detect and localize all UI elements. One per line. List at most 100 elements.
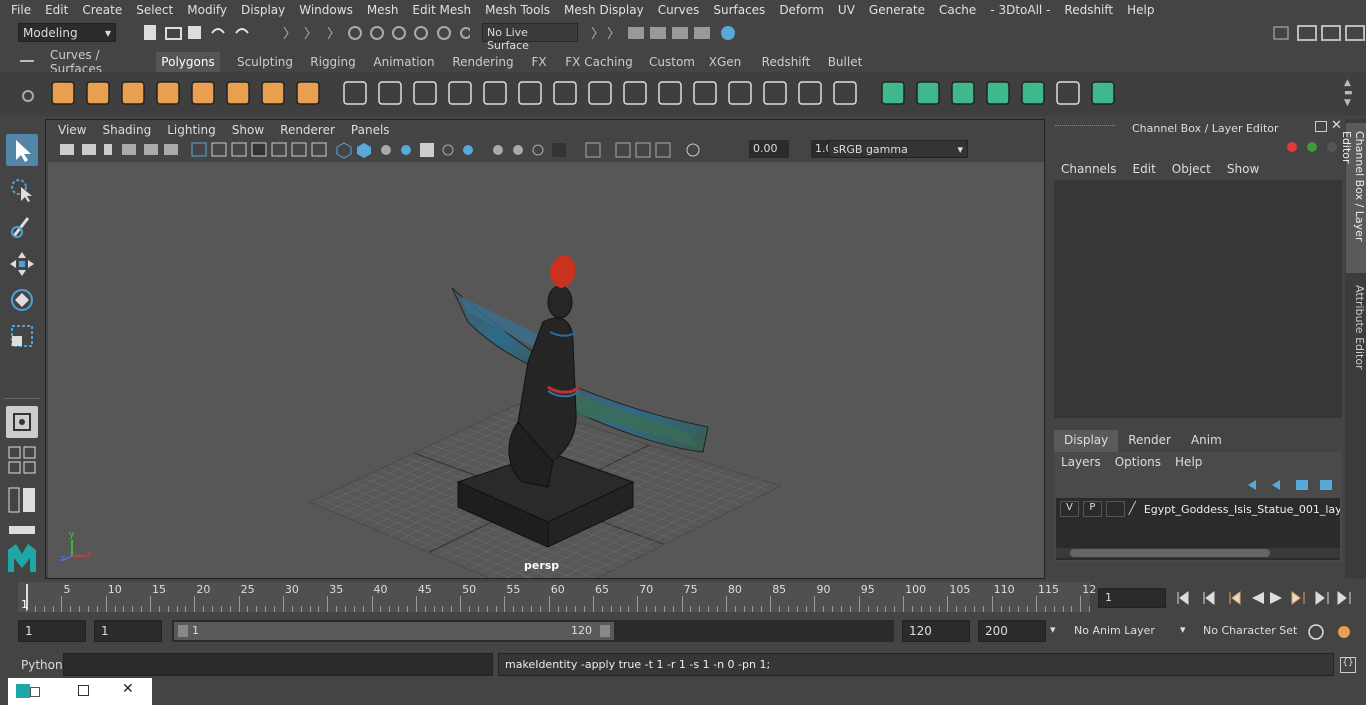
layer-playback-toggle[interactable]: P <box>1082 501 1102 517</box>
bridge-icon[interactable] <box>655 78 685 108</box>
menu-item-deform[interactable]: Deform <box>772 3 831 17</box>
chevron-down-icon[interactable]: ▾ <box>1180 623 1186 636</box>
poly-sphere-icon[interactable] <box>48 78 78 108</box>
layer-tab-anim[interactable]: Anim <box>1181 430 1232 452</box>
float-panel-icon[interactable] <box>1315 121 1327 132</box>
script-language-label[interactable]: Python <box>21 658 63 672</box>
render-icons[interactable] <box>588 23 748 43</box>
smooth-icon[interactable] <box>445 78 475 108</box>
layer-tab-display[interactable]: Display <box>1054 430 1119 452</box>
live-surface-field[interactable]: No Live Surface <box>482 23 578 52</box>
layer-visibility-toggle[interactable]: V <box>1060 501 1079 517</box>
color-space-dropdown[interactable]: sRGB gamma ▾ <box>828 140 968 158</box>
insert-edge-loop-icon[interactable] <box>690 78 720 108</box>
close-window-icon[interactable]: ✕ <box>122 681 134 697</box>
animation-start-field[interactable]: 1 <box>18 620 86 642</box>
poly-pipe-icon[interactable] <box>293 78 323 108</box>
menu-item-modify[interactable]: Modify <box>180 3 234 17</box>
cylindrical-uv-icon[interactable] <box>913 78 943 108</box>
poly-cylinder-icon[interactable] <box>118 78 148 108</box>
channel-box-icons[interactable] <box>1284 139 1344 155</box>
append-polygon-icon[interactable] <box>725 78 755 108</box>
menu-item-uv[interactable]: UV <box>831 3 862 17</box>
layer-row[interactable]: V P ╱ Egypt_Goddess_Isis_Statue_001_laye… <box>1056 500 1340 518</box>
tab-attribute-editor[interactable]: Attribute Editor <box>1346 281 1366 371</box>
viewport-menu-panels[interactable]: Panels <box>343 123 398 137</box>
anim-layer-dropdown[interactable]: No Anim Layer <box>1074 624 1155 637</box>
shelf-scroll-arrows[interactable]: ▲ ▬ ▼ <box>1344 78 1360 110</box>
range-extra-icons[interactable] <box>1306 622 1362 642</box>
shelf-settings-gear-icon[interactable] <box>22 90 34 102</box>
poly-pyramid-icon[interactable] <box>258 78 288 108</box>
layer-menu-help[interactable]: Help <box>1168 455 1209 469</box>
poly-torus-icon[interactable] <box>223 78 253 108</box>
checker-uv-icon[interactable] <box>1053 78 1083 108</box>
fill-hole-icon[interactable] <box>760 78 790 108</box>
poly-cone-icon[interactable] <box>153 78 183 108</box>
combine-icon[interactable] <box>340 78 370 108</box>
menu-item-select[interactable]: Select <box>129 3 180 17</box>
viewport-menu-view[interactable]: View <box>50 123 94 137</box>
shelf-tab-polygons[interactable]: Polygons <box>156 52 220 72</box>
viewport-menu-lighting[interactable]: Lighting <box>159 123 224 137</box>
menu-item-curves[interactable]: Curves <box>651 3 707 17</box>
mirror-icon[interactable] <box>410 78 440 108</box>
viewport-menu-renderer[interactable]: Renderer <box>272 123 343 137</box>
layer-type-toggle[interactable] <box>1105 501 1125 517</box>
menu-item-redshift[interactable]: Redshift <box>1057 3 1120 17</box>
menu-item-create[interactable]: Create <box>75 3 129 17</box>
viewport-menu-show[interactable]: Show <box>224 123 272 137</box>
lasso-tool-button[interactable] <box>6 174 38 206</box>
uv-editor-icon[interactable] <box>1018 78 1048 108</box>
shelf-menu-icon[interactable] <box>20 60 34 62</box>
shelf-tab-xgen[interactable]: XGen <box>705 52 745 72</box>
menu-item-generate[interactable]: Generate <box>862 3 932 17</box>
shelf-tab-bullet[interactable]: Bullet <box>822 52 868 72</box>
menu-item-mesh[interactable]: Mesh <box>360 3 406 17</box>
menu-item-mesh-display[interactable]: Mesh Display <box>557 3 651 17</box>
mode-dropdown[interactable]: Modeling ▾ <box>18 23 116 42</box>
layer-menu-layers[interactable]: Layers <box>1054 455 1108 469</box>
boolean-icon[interactable] <box>515 78 545 108</box>
layer-name[interactable]: Egypt_Goddess_Isis_Statue_001_layer <box>1144 503 1340 516</box>
maya-window-icon[interactable] <box>16 684 30 698</box>
extrude-icon[interactable] <box>585 78 615 108</box>
range-slider-handle[interactable]: 1 120 <box>174 622 614 640</box>
merge-icon[interactable] <box>830 78 860 108</box>
channel-box-menu-show[interactable]: Show <box>1219 162 1267 176</box>
panel-grip[interactable] <box>1055 125 1115 129</box>
exposure-field[interactable]: 0.00 <box>749 140 789 158</box>
playback-start-field[interactable]: 1 <box>94 620 162 642</box>
rotate-tool-button[interactable] <box>6 284 38 316</box>
animation-end-field[interactable]: 200 <box>978 620 1046 642</box>
layer-list-scrollbar[interactable] <box>1056 548 1340 558</box>
restore-window-icon[interactable] <box>30 687 40 697</box>
workspace-icons[interactable] <box>1270 23 1366 43</box>
menu-item-3dtoall[interactable]: - 3DtoAll - <box>983 3 1057 17</box>
menu-item-file[interactable]: File <box>4 3 38 17</box>
shelf-tab-fx[interactable]: FX <box>526 52 552 72</box>
separate-icon[interactable] <box>375 78 405 108</box>
playback-controls[interactable] <box>1172 588 1362 608</box>
menu-item-edit[interactable]: Edit <box>38 3 75 17</box>
status-line-icons[interactable] <box>140 23 470 43</box>
shelf-tab-fx-caching[interactable]: FX Caching <box>562 52 636 72</box>
command-input[interactable] <box>63 653 493 676</box>
poly-plane-icon[interactable] <box>188 78 218 108</box>
layer-editor-icons[interactable] <box>1244 476 1340 494</box>
four-view-layout-button[interactable] <box>6 444 38 476</box>
range-slider-track[interactable]: 1 120 <box>172 620 894 642</box>
multicut-icon[interactable] <box>550 78 580 108</box>
viewport-menu-shading[interactable]: Shading <box>94 123 159 137</box>
menu-item-help[interactable]: Help <box>1120 3 1161 17</box>
shelf-tab-curves-surfaces[interactable]: Curves / Surfaces <box>50 48 154 76</box>
menu-item-surfaces[interactable]: Surfaces <box>706 3 772 17</box>
time-slider[interactable]: 5 10 15 20 25 30 35 40 45 50 55 60 65 70 75 80 85 90 95 100… <box>0 580 1366 614</box>
menu-item-mesh-tools[interactable]: Mesh Tools <box>478 3 557 17</box>
extract-icon[interactable] <box>480 78 510 108</box>
single-perspective-layout-button[interactable] <box>6 406 38 438</box>
shelf-tab-rendering[interactable]: Rendering <box>448 52 518 72</box>
spherical-uv-icon[interactable] <box>948 78 978 108</box>
menu-item-display[interactable]: Display <box>234 3 292 17</box>
bevel-icon[interactable] <box>620 78 650 108</box>
